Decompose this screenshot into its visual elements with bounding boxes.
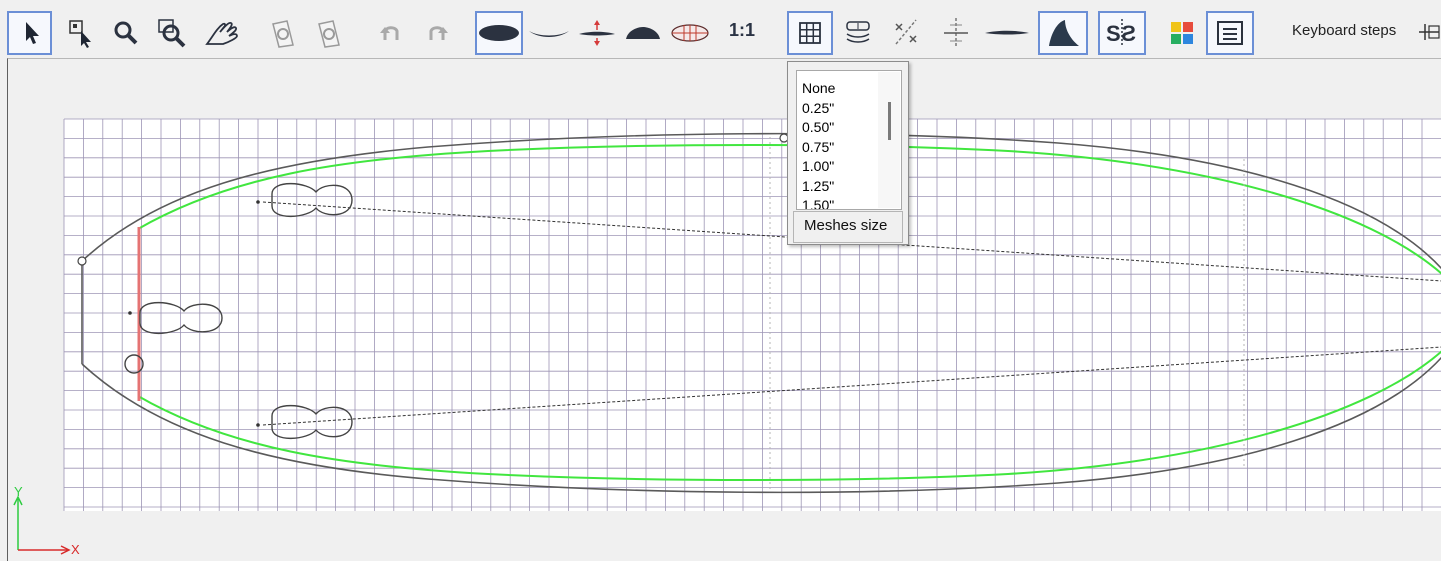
rocker-icon [529,31,569,37]
profile-line-button[interactable] [982,11,1032,55]
rocker-view-button[interactable] [526,11,572,55]
mesh-size-items: None 0.25" 0.50" 0.75" 1.00" 1.25" 1.50" [802,79,835,209]
fin-icon [1049,20,1079,46]
undo-button[interactable] [372,11,412,55]
control-point[interactable] [256,423,260,427]
3d-view-button[interactable] [668,11,712,55]
app-window: 1:1 S S Keyboard steps Y X None 0.25" 0.… [0,0,1441,561]
mesh-list-scrollbar[interactable] [878,72,900,208]
control-point[interactable] [128,311,132,315]
mesh-option[interactable]: 1.00" [802,157,835,177]
symmetry-icon: S S [1106,19,1136,47]
guides-center-button[interactable] [934,11,978,55]
tail-control-point[interactable] [77,256,87,266]
mesh-size-list[interactable]: None 0.25" 0.50" 0.75" 1.00" 1.25" 1.50" [796,70,902,210]
color-squares-icon [1171,22,1193,44]
outline-view-button[interactable] [475,11,523,55]
svg-text:S: S [1121,21,1136,46]
page-paste-button[interactable] [309,11,349,55]
mesh-option[interactable]: 0.50" [802,118,835,138]
mesh-option[interactable]: 1.25" [802,177,835,197]
keyboard-steps-label: Keyboard steps [1292,22,1397,39]
zoom-window-icon [158,19,186,48]
control-point[interactable] [256,200,260,204]
pan-button[interactable] [200,11,246,55]
properties-panel-button[interactable] [1206,11,1254,55]
zoom-window-button[interactable] [152,11,192,55]
svg-text:S: S [1106,21,1121,46]
cross-section-view-button[interactable] [623,11,663,55]
thickness-view-button[interactable] [575,11,619,55]
design-canvas[interactable]: Y X [7,58,1441,561]
magnifier-icon [114,21,138,45]
page-copy-button[interactable] [263,11,303,55]
panel-icon [1217,21,1243,45]
board-3d-icon [671,24,709,42]
thickness-icon [579,20,615,46]
page-gear-icon [318,20,340,48]
grid-toggle-button[interactable] [787,11,833,55]
undo-icon [380,26,399,40]
guide-center-icon [944,18,968,48]
hand-icon [205,21,238,45]
mesh-list-scroll-thumb[interactable] [888,102,891,140]
symmetry-button[interactable]: S S [1098,11,1146,55]
redo-button[interactable] [416,11,456,55]
mesh-option[interactable]: 0.25" [802,99,835,119]
grid-icon [799,22,821,44]
profile-line-icon [985,30,1029,35]
y-axis-label: Y [14,484,23,499]
fin-tool-button[interactable] [1038,11,1088,55]
mesh-option[interactable]: 1.50" [802,196,835,209]
redo-icon [429,26,448,40]
meshes-size-label: Meshes size [793,211,903,243]
mesh-option[interactable]: 0.75" [802,138,835,158]
pointer-box-icon [69,20,91,48]
layers-icon [846,21,870,43]
colors-button[interactable] [1162,11,1202,55]
layers-button[interactable] [838,11,878,55]
arrow-pointer-icon [25,22,39,44]
cross-section-icon [626,27,660,39]
x-axis-label: X [71,542,80,557]
keyboard-steps-icon[interactable] [1419,22,1441,42]
select-points-button[interactable] [61,11,101,55]
zoom-button[interactable] [108,11,144,55]
toolbar: 1:1 S S Keyboard steps [0,0,1441,60]
page-gear-icon [272,20,294,48]
guides-x-button[interactable] [884,11,928,55]
board-outline-icon [479,25,519,41]
scale-1-1-button[interactable]: 1:1 [729,20,755,41]
select-pointer-button[interactable] [7,11,52,55]
mesh-option[interactable]: None [802,79,835,99]
guide-x-icon [895,19,917,45]
mesh-size-popup: None 0.25" 0.50" 0.75" 1.00" 1.25" 1.50"… [787,61,909,245]
